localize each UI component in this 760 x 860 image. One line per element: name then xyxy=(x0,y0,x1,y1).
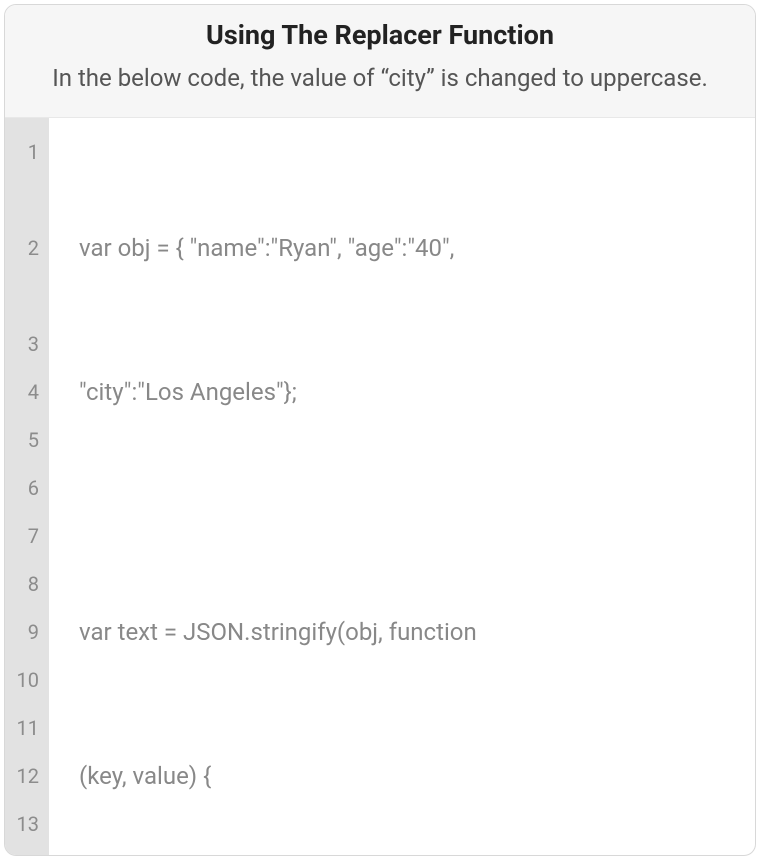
line-number: 5 xyxy=(5,416,49,464)
code-example-card: Using The Replacer Function In the below… xyxy=(4,4,756,856)
line-number: 10 xyxy=(5,656,49,704)
card-header: Using The Replacer Function In the below… xyxy=(5,5,755,118)
line-number-gutter: 1 2 3 4 5 6 7 8 9 10 11 12 13 14 xyxy=(5,118,49,855)
code-line: var text = JSON.stringify(obj, function … xyxy=(79,512,741,855)
code-content: var obj = { "name":"Ryan", "age":"40", "… xyxy=(49,118,755,855)
line-number: 8 xyxy=(5,560,49,608)
line-number: 1 xyxy=(5,128,49,176)
card-title: Using The Replacer Function xyxy=(35,19,725,51)
line-number: 2 xyxy=(5,224,49,272)
line-number: 6 xyxy=(5,464,49,512)
line-number: 7 xyxy=(5,512,49,560)
line-number: 14 xyxy=(5,848,49,855)
line-number: 9 xyxy=(5,608,49,656)
line-number: 4 xyxy=(5,368,49,416)
code-area: 1 2 3 4 5 6 7 8 9 10 11 12 13 14 var obj… xyxy=(5,118,755,855)
line-number: 3 xyxy=(5,320,49,368)
line-number: 11 xyxy=(5,704,49,752)
line-number: 13 xyxy=(5,800,49,848)
card-description: In the below code, the value of “city” i… xyxy=(35,59,725,97)
line-number: 12 xyxy=(5,752,49,800)
code-line: var obj = { "name":"Ryan", "age":"40", "… xyxy=(79,128,741,512)
